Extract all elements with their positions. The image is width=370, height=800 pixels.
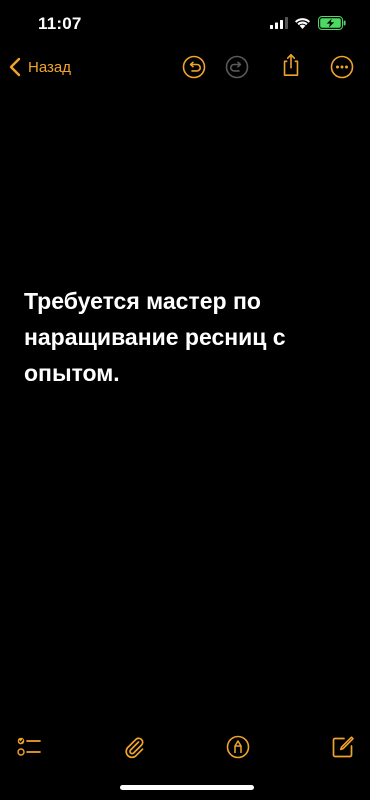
status-bar: 11:07: [0, 0, 370, 50]
back-button[interactable]: Назад: [8, 55, 71, 79]
undo-icon[interactable]: [182, 55, 206, 79]
more-icon[interactable]: [330, 55, 354, 79]
signal-icon: [270, 17, 288, 29]
back-label: Назад: [28, 58, 71, 76]
status-time: 11:07: [38, 14, 82, 33]
markup-icon[interactable]: [226, 735, 250, 759]
battery-charging-icon: [318, 16, 346, 30]
home-indicator: [120, 785, 254, 790]
attachment-icon[interactable]: [122, 735, 146, 759]
share-icon[interactable]: [279, 53, 303, 77]
nav-bar: Назад: [0, 50, 370, 84]
bottom-toolbar: [0, 730, 370, 764]
compose-icon[interactable]: [331, 735, 355, 759]
redo-icon[interactable]: [225, 55, 249, 79]
chevron-left-icon: [9, 57, 21, 77]
note-text[interactable]: Требуется мастер по наращивание ресниц с…: [24, 283, 354, 391]
wifi-icon: [295, 18, 310, 29]
checklist-icon[interactable]: [17, 735, 41, 759]
